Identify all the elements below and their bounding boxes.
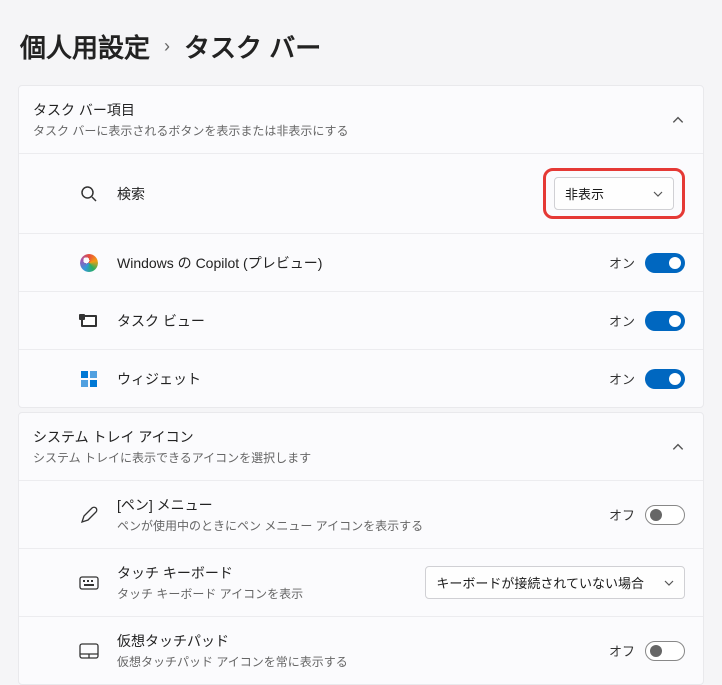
row-touch-keyboard: タッチ キーボード タッチ キーボード アイコンを表示 キーボードが接続されてい… [19, 548, 703, 616]
section-title: システム トレイ アイコン [33, 427, 311, 447]
row-copilot: Windows の Copilot (プレビュー) オン [19, 233, 703, 291]
toggle-state-label: オン [609, 369, 635, 388]
row-label: 検索 [117, 184, 543, 204]
systray-header[interactable]: システム トレイ アイコン システム トレイに表示できるアイコンを選択します [19, 413, 703, 480]
keyboard-icon [77, 571, 101, 595]
section-title: タスク バー項目 [33, 100, 348, 120]
touch-keyboard-dropdown[interactable]: キーボードが接続されていない場合 [425, 566, 685, 599]
row-label: 仮想タッチパッド [117, 631, 609, 651]
toggle-state-label: オン [609, 311, 635, 330]
systray-panel: システム トレイ アイコン システム トレイに表示できるアイコンを選択します [… [18, 412, 704, 685]
chevron-right-icon: › [164, 36, 170, 57]
toggle-state-label: オン [609, 253, 635, 272]
row-label: タッチ キーボード [117, 563, 425, 583]
taskbar-items-panel: タスク バー項目 タスク バーに表示されるボタンを表示または非表示にする 検索 … [18, 85, 704, 408]
row-label: タスク ビュー [117, 311, 609, 331]
search-icon [77, 182, 101, 206]
row-sublabel: 仮想タッチパッド アイコンを常に表示する [117, 653, 609, 670]
row-virtual-touchpad: 仮想タッチパッド 仮想タッチパッド アイコンを常に表示する オフ [19, 616, 703, 684]
row-sublabel: タッチ キーボード アイコンを表示 [117, 585, 425, 602]
breadcrumb-parent[interactable]: 個人用設定 [20, 28, 150, 65]
taskbar-items-header[interactable]: タスク バー項目 タスク バーに表示されるボタンを表示または非表示にする [19, 86, 703, 153]
chevron-down-icon [664, 578, 674, 588]
row-label: [ペン] メニュー [117, 495, 609, 515]
dropdown-value: 非表示 [565, 184, 604, 203]
chevron-up-icon [671, 440, 685, 454]
row-sublabel: ペンが使用中のときにペン メニュー アイコンを表示する [117, 517, 609, 534]
touchpad-icon [77, 639, 101, 663]
row-widgets: ウィジェット オン [19, 349, 703, 407]
toggle-state-label: オフ [609, 505, 635, 524]
search-dropdown[interactable]: 非表示 [554, 177, 674, 210]
copilot-toggle[interactable] [645, 253, 685, 273]
touchpad-toggle[interactable] [645, 641, 685, 661]
copilot-icon [77, 251, 101, 275]
section-subtitle: タスク バーに表示されるボタンを表示または非表示にする [33, 122, 348, 139]
row-taskview: タスク ビュー オン [19, 291, 703, 349]
row-label: ウィジェット [117, 369, 609, 389]
section-subtitle: システム トレイに表示できるアイコンを選択します [33, 449, 311, 466]
taskview-icon [77, 309, 101, 333]
pen-toggle[interactable] [645, 505, 685, 525]
highlight-annotation: 非表示 [543, 168, 685, 219]
breadcrumb-current: タスク バー [184, 28, 321, 65]
dropdown-value: キーボードが接続されていない場合 [436, 573, 644, 592]
chevron-down-icon [653, 189, 663, 199]
breadcrumb: 個人用設定 › タスク バー [0, 0, 722, 85]
chevron-up-icon [671, 113, 685, 127]
widgets-toggle[interactable] [645, 369, 685, 389]
widgets-icon [77, 367, 101, 391]
row-pen-menu: [ペン] メニュー ペンが使用中のときにペン メニュー アイコンを表示する オフ [19, 480, 703, 548]
taskview-toggle[interactable] [645, 311, 685, 331]
toggle-state-label: オフ [609, 641, 635, 660]
row-label: Windows の Copilot (プレビュー) [117, 253, 609, 273]
pen-icon [77, 503, 101, 527]
row-search: 検索 非表示 [19, 153, 703, 233]
